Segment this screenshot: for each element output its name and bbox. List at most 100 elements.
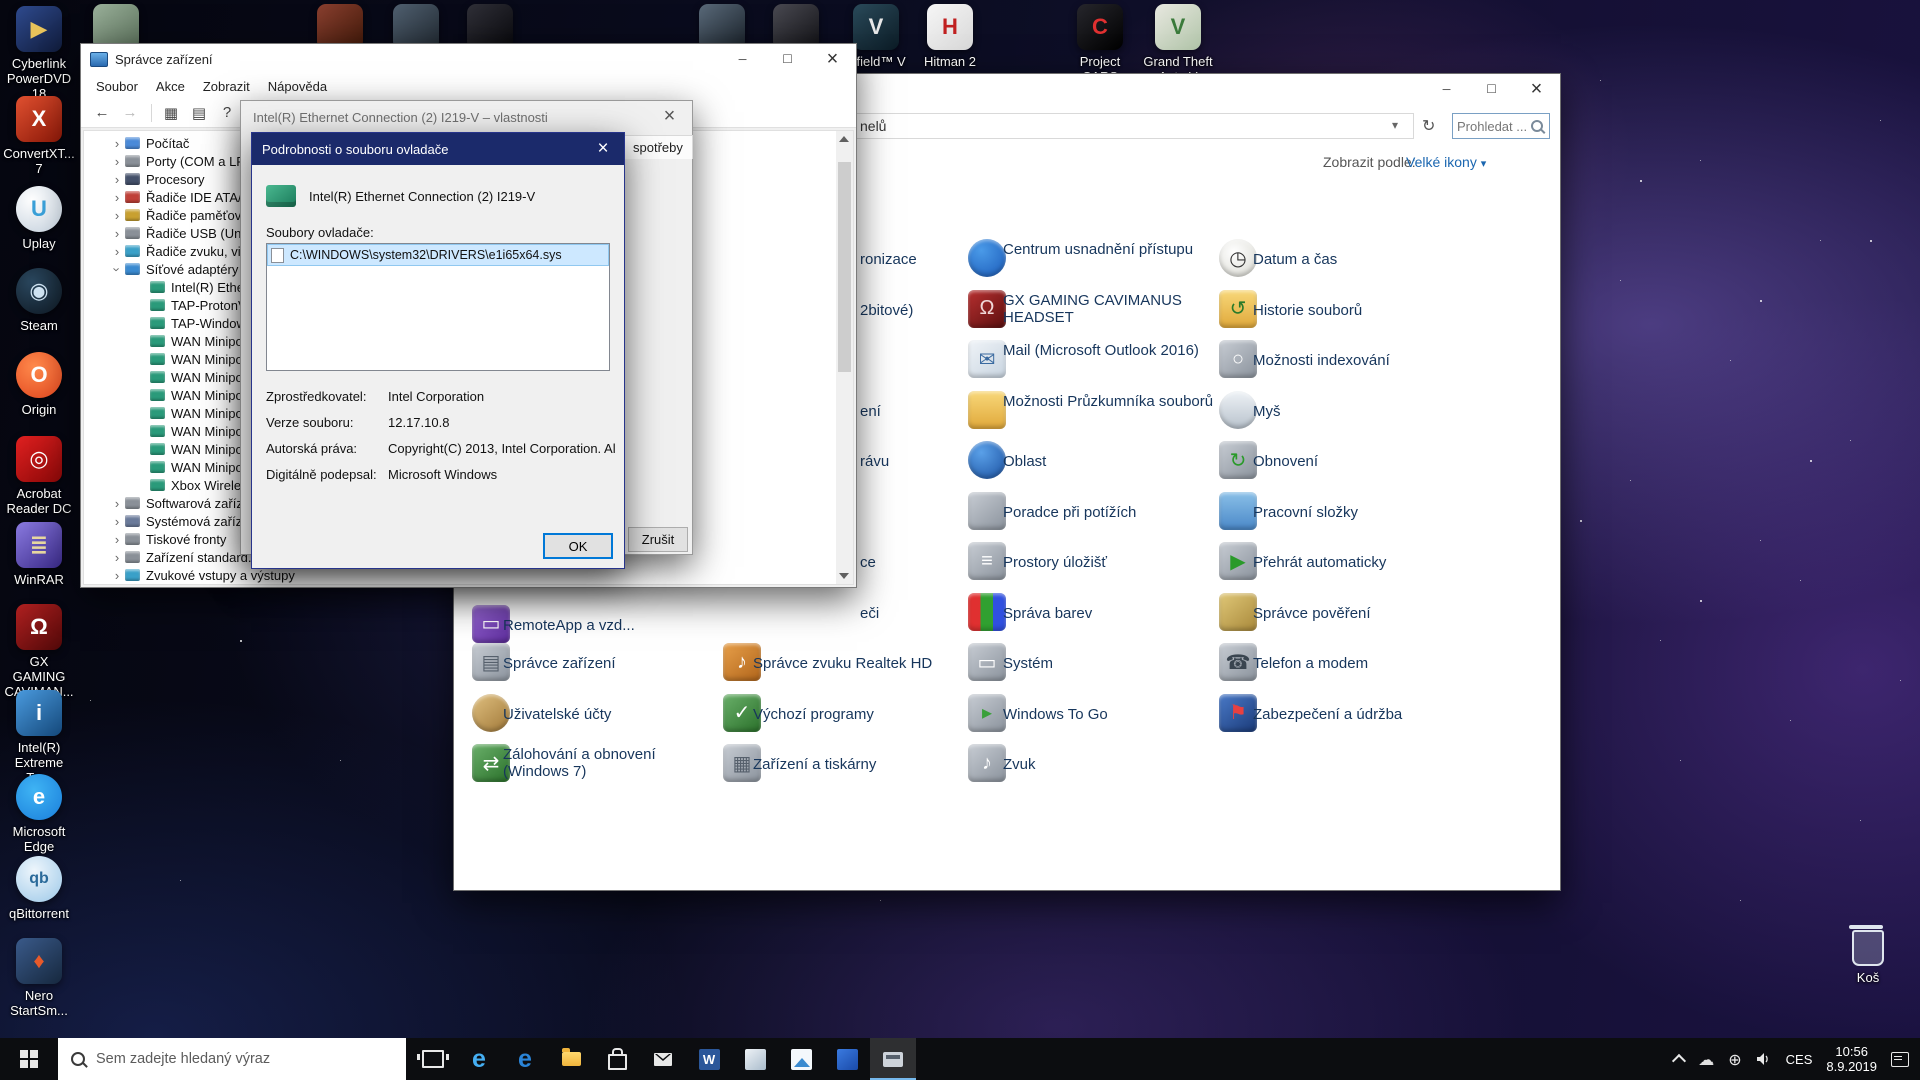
scroll-thumb[interactable] (838, 162, 851, 372)
device-manager-taskbar-icon[interactable] (870, 1038, 916, 1080)
tree-item[interactable]: ›Počítač (110, 134, 189, 152)
tab-power-management[interactable]: spotřeby (623, 135, 693, 159)
onedrive-cloud-icon[interactable]: ☁ (1698, 1050, 1714, 1069)
internet-browser-taskbar-icon[interactable] (502, 1038, 548, 1080)
close-button[interactable] (810, 44, 855, 74)
desktop-icon-microsoft-edge[interactable]: eMicrosoft Edge (2, 774, 76, 854)
cp-item-label[interactable]: Správce zvuku Realtek HD (753, 655, 971, 672)
close-button[interactable] (647, 101, 692, 131)
back-icon[interactable]: ← (89, 101, 115, 125)
desktop-icon-uplay[interactable]: UUplay (2, 186, 76, 251)
tree-expander-icon[interactable]: › (110, 172, 124, 187)
tree-expander-icon[interactable]: › (110, 496, 124, 511)
file-explorer-taskbar-icon[interactable] (548, 1038, 594, 1080)
cp-item-label-fragment[interactable]: ce (860, 554, 876, 571)
action-center-icon[interactable] (1891, 1052, 1909, 1067)
tree-expander-icon[interactable]: › (110, 226, 124, 241)
start-button[interactable] (0, 1038, 58, 1080)
cp-item-label[interactable]: Mail (Microsoft Outlook 2016) (1003, 342, 1221, 359)
tree-expander-icon[interactable]: › (110, 154, 124, 169)
cp-item-label[interactable]: Windows To Go (1003, 706, 1221, 723)
help-icon[interactable]: ? (214, 101, 240, 125)
cp-item-label[interactable]: Telefon a modem (1253, 655, 1471, 672)
cancel-button[interactable]: Zrušit (628, 527, 688, 552)
cp-item-label[interactable]: Poradce při potížích (1003, 504, 1221, 521)
desktop-icon-gx-gaming-cavimanus[interactable]: ΩGX GAMING CAVIMAN... (2, 604, 76, 699)
cp-item-label-fragment[interactable]: 2bitové) (860, 302, 913, 319)
minimize-button[interactable] (720, 44, 765, 74)
tree-expander-icon[interactable]: › (110, 136, 124, 151)
desktop-icon-cyberlink-powerdvd[interactable]: ▶Cyberlink PowerDVD 18 (2, 6, 76, 101)
cp-item-label[interactable]: Prostory úložišť (1003, 554, 1221, 571)
tree-expander-icon[interactable]: › (110, 568, 124, 583)
cp-item-label[interactable]: Uživatelské účty (503, 706, 721, 723)
tree-expander-icon[interactable]: › (110, 244, 124, 259)
app-tile-light-taskbar-icon[interactable] (732, 1038, 778, 1080)
scroll-up-icon[interactable] (839, 136, 849, 142)
cp-item-label-fragment[interactable]: ronizace (860, 251, 917, 268)
desktop-icon-acrobat-reader-dc[interactable]: ◎Acrobat Reader DC (2, 436, 76, 516)
cp-item-label[interactable]: Možnosti indexování (1253, 352, 1471, 369)
close-icon[interactable]: × (582, 133, 624, 165)
cp-item-label[interactable]: Možnosti Průzkumníka souborů (1003, 393, 1221, 410)
tree-expander-icon[interactable]: › (110, 514, 124, 529)
maximize-button[interactable] (765, 44, 810, 74)
language-indicator[interactable]: CES (1786, 1052, 1813, 1067)
cp-item-label[interactable]: Myš (1253, 403, 1471, 420)
app-tile-blue-taskbar-icon[interactable] (824, 1038, 870, 1080)
cp-item-label[interactable]: Správa barev (1003, 605, 1221, 622)
cp-item-label[interactable]: Datum a čas (1253, 251, 1471, 268)
properties-titlebar[interactable]: Intel(R) Ethernet Connection (2) I219-V … (241, 101, 692, 133)
cp-item-label[interactable]: Správce zařízení (503, 655, 721, 672)
driver-dialog-titlebar[interactable]: Podrobnosti o souboru ovladače × (252, 133, 624, 165)
cp-item-label[interactable]: Výchozí programy (753, 706, 971, 723)
properties-icon[interactable]: ▤ (186, 101, 212, 125)
volume-icon[interactable] (1756, 1052, 1772, 1066)
tree-item[interactable]: ›Tiskové fronty (110, 530, 226, 548)
cp-item-label[interactable]: GX GAMING CAVIMANUS HEADSET (1003, 292, 1221, 326)
word-taskbar-icon[interactable] (686, 1038, 732, 1080)
desktop-icon-convertx-to-dvd[interactable]: XConvertXT... 7 (2, 96, 76, 176)
taskbar-search[interactable] (58, 1038, 406, 1080)
cp-item-label-fragment[interactable]: ení (860, 403, 881, 420)
cp-item-label[interactable]: Historie souborů (1253, 302, 1471, 319)
desktop-icon-qbittorrent[interactable]: qbqBittorrent (2, 856, 76, 921)
tree-item[interactable]: ›Softwarová zařízení (110, 494, 261, 512)
tree-expander-icon[interactable]: › (110, 262, 125, 276)
cp-item-label[interactable]: Zařízení a tiskárny (753, 756, 971, 773)
menu-item-1[interactable]: Akce (147, 79, 194, 94)
cp-item-label[interactable]: Správce pověření (1253, 605, 1471, 622)
cp-item-label[interactable]: Zvuk (1003, 756, 1221, 773)
network-icon[interactable]: ⊕ (1728, 1050, 1741, 1069)
photos-taskbar-icon[interactable] (778, 1038, 824, 1080)
cp-item-label[interactable]: Obnovení (1253, 453, 1471, 470)
cp-item-label[interactable]: Zálohování a obnovení (Windows 7) (503, 746, 721, 780)
menu-item-0[interactable]: Soubor (87, 79, 147, 94)
desktop-icon-intel-extreme-tuning[interactable]: iIntel(R) Extreme Tu... (2, 690, 76, 785)
desktop-icon-nero-startsmart[interactable]: ♦Nero StartSm... (2, 938, 76, 1018)
recycle-bin[interactable]: Koš (1836, 930, 1900, 985)
cp-item-label[interactable]: Oblast (1003, 453, 1221, 470)
scrollbar[interactable] (836, 131, 853, 584)
cp-item-label[interactable]: Přehrát automaticky (1253, 554, 1471, 571)
console-window-icon[interactable]: ▦ (158, 101, 184, 125)
tree-expander-icon[interactable]: › (110, 190, 124, 205)
desktop-icon-hitman-2[interactable]: HHitman 2 (913, 4, 987, 69)
menu-item-3[interactable]: Nápověda (259, 79, 336, 94)
tree-expander-icon[interactable]: › (110, 208, 124, 223)
microsoft-store-taskbar-icon[interactable] (594, 1038, 640, 1080)
cp-item-label[interactable]: Pracovní složky (1253, 504, 1471, 521)
scroll-down-icon[interactable] (839, 573, 849, 579)
desktop-icon-origin[interactable]: OOrigin (2, 352, 76, 417)
task-view-taskbar-icon[interactable] (410, 1038, 456, 1080)
clock[interactable]: 10:56 8.9.2019 (1826, 1044, 1877, 1074)
edge-taskbar-icon[interactable] (456, 1038, 502, 1080)
forward-icon[interactable]: → (117, 101, 143, 125)
cp-item-label-fragment[interactable]: eči (860, 605, 879, 622)
cp-item-label[interactable]: Systém (1003, 655, 1221, 672)
cp-item-label-fragment[interactable]: rávu (860, 453, 889, 470)
tree-item[interactable]: ›Procesory (110, 170, 205, 188)
mail-taskbar-icon[interactable] (640, 1038, 686, 1080)
device-manager-titlebar[interactable]: Správce zařízení (81, 44, 856, 74)
tree-item[interactable]: ›Zařízení standard... (110, 548, 259, 566)
